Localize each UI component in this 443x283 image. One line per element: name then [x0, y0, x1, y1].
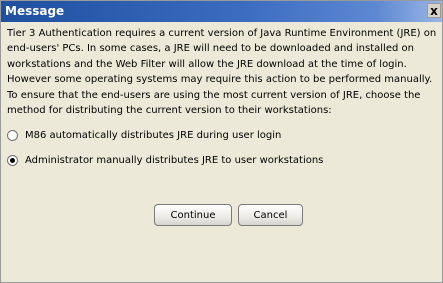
message-paragraph-1: Tier 3 Authentication requires a current… [7, 28, 437, 85]
message-dialog: Message x Tier 3 Authentication requires… [0, 0, 443, 283]
option-auto-distribute-label: M86 automatically distributes JRE during… [25, 129, 282, 141]
continue-button[interactable]: Continue [154, 204, 232, 226]
close-icon[interactable]: x [427, 3, 441, 18]
dialog-body: Tier 3 Authentication requires a current… [1, 22, 442, 282]
message-paragraph-2: To ensure that the end-users are using t… [7, 90, 421, 117]
option-manual-distribute-label: Administrator manually distributes JRE t… [25, 154, 324, 166]
radio-manual-distribute[interactable] [7, 154, 18, 166]
radio-auto-distribute[interactable] [7, 129, 18, 141]
title-bar[interactable]: Message x [1, 1, 442, 22]
option-manual-distribute[interactable]: Administrator manually distributes JRE t… [7, 152, 323, 168]
dialog-title: Message [5, 4, 65, 18]
option-auto-distribute[interactable]: M86 automatically distributes JRE during… [7, 127, 281, 143]
cancel-button[interactable]: Cancel [238, 204, 303, 226]
